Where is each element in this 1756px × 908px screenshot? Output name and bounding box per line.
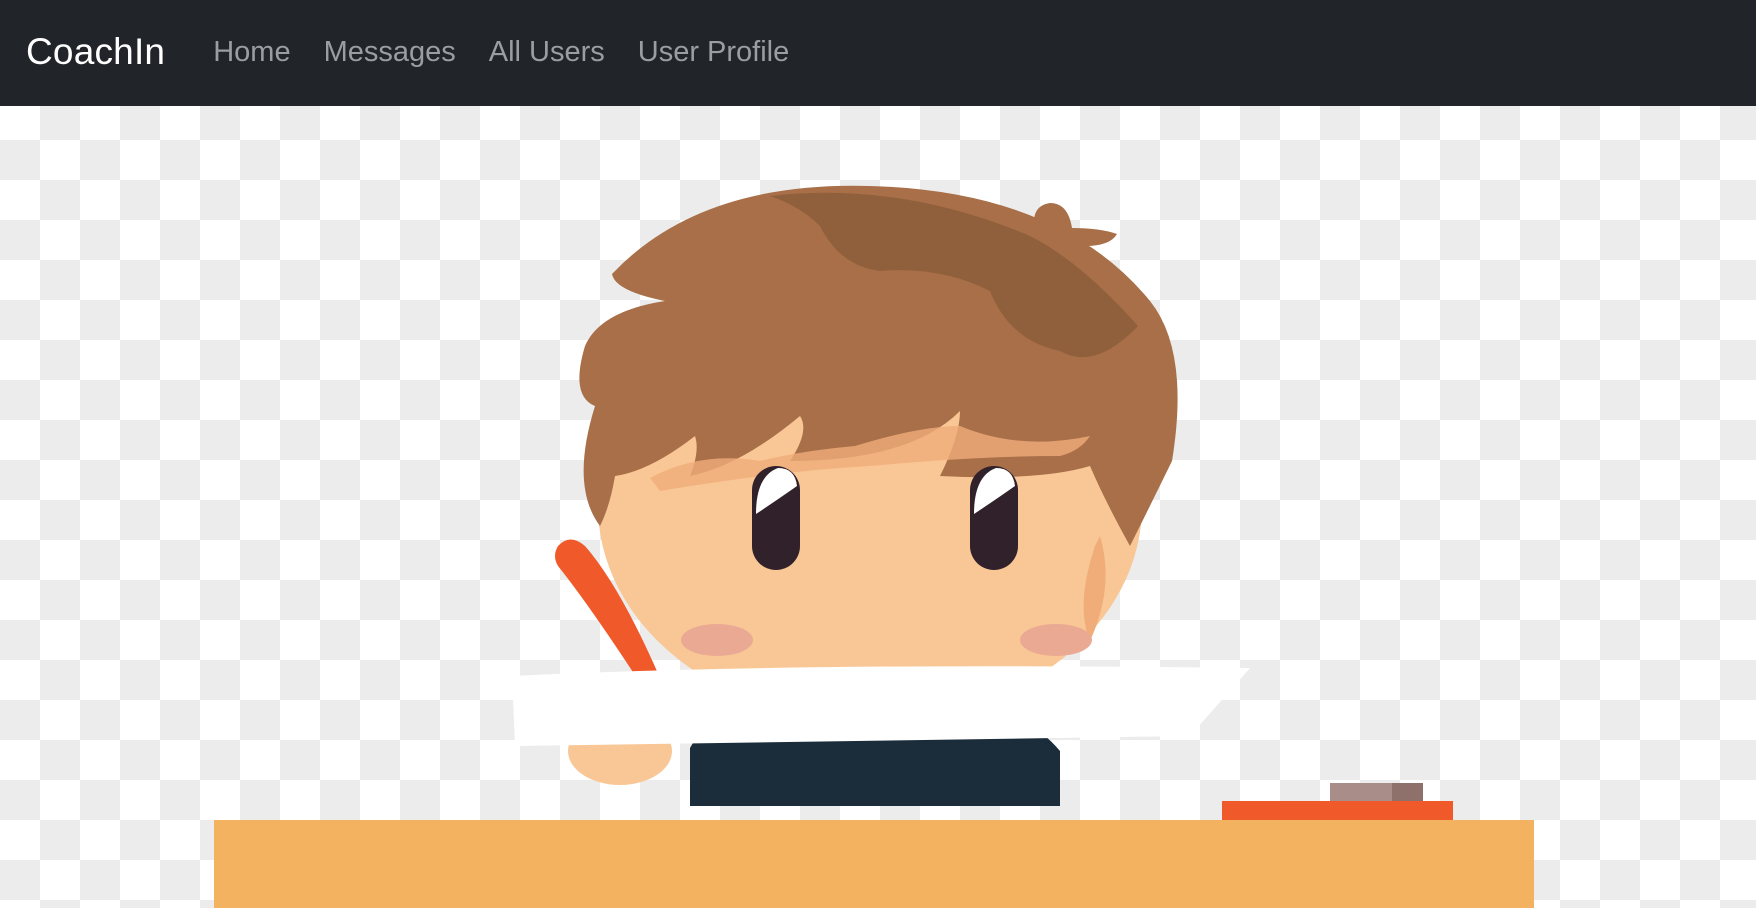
nav-link-messages[interactable]: Messages <box>324 36 456 69</box>
brand-logo[interactable]: CoachIn <box>26 31 165 73</box>
nav-link-all-users[interactable]: All Users <box>489 36 605 69</box>
left-cheek <box>681 624 753 656</box>
right-cheek <box>1020 624 1092 656</box>
nav-link-user-profile[interactable]: User Profile <box>638 36 790 69</box>
right-eye <box>970 466 1018 570</box>
ruler <box>1222 801 1453 821</box>
left-eye <box>752 466 800 570</box>
nav-link-home[interactable]: Home <box>213 36 290 69</box>
hero-illustration <box>214 185 1534 908</box>
eraser-band <box>1392 783 1423 803</box>
top-navbar: CoachIn Home Messages All Users User Pro… <box>0 0 1756 106</box>
desk <box>214 820 1534 908</box>
hero-banner <box>0 106 1756 908</box>
paper <box>512 666 1250 746</box>
